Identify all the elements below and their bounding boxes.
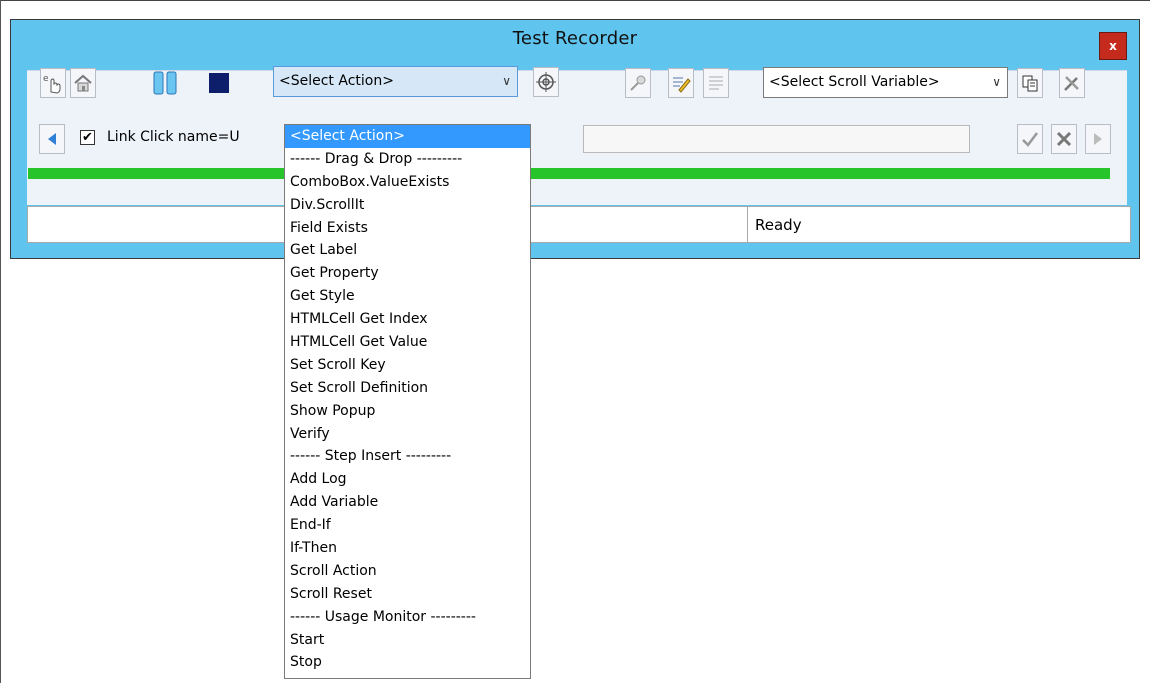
action-select-value: <Select Action> (279, 73, 394, 89)
dropdown-item[interactable]: Add Log (285, 468, 530, 491)
dropdown-item[interactable]: HTMLCell Get Index (285, 308, 530, 331)
home-button[interactable] (70, 68, 96, 98)
window-title: Test Recorder (512, 28, 638, 49)
dropdown-item[interactable]: Div.ScrollIt (285, 194, 530, 217)
forward-arrow-icon (1094, 133, 1102, 145)
dropdown-item[interactable]: End-If (285, 514, 530, 537)
dropdown-item[interactable]: Get Property (285, 262, 530, 285)
copy-button[interactable] (1017, 68, 1043, 98)
copy-icon (1022, 75, 1038, 92)
step-label: Link Click name=U (107, 129, 240, 145)
dropdown-item[interactable]: ComboBox.ValueExists (285, 171, 530, 194)
forward-button[interactable] (1085, 124, 1111, 154)
close-button[interactable]: x (1099, 32, 1127, 60)
delete-button[interactable] (1051, 124, 1077, 154)
dropdown-item[interactable]: Show Popup (285, 400, 530, 423)
scroll-variable-value: <Select Scroll Variable> (769, 74, 940, 90)
dropdown-item[interactable]: Start (285, 629, 530, 652)
list-button[interactable] (703, 68, 729, 98)
scroll-variable-select[interactable]: <Select Scroll Variable> ∨ (763, 67, 1008, 98)
checkmark-icon (1022, 132, 1038, 147)
tools-icon (1064, 76, 1079, 91)
screen-left-edge (0, 0, 1, 683)
dropdown-item[interactable]: ------ Usage Monitor --------- (285, 606, 530, 629)
action-select[interactable]: <Select Action> ∨ (273, 66, 518, 97)
key-button[interactable] (625, 68, 651, 98)
dropdown-item[interactable]: Get Label (285, 239, 530, 262)
dropdown-item[interactable]: If-Then (285, 537, 530, 560)
dropdown-item-selected[interactable]: <Select Action> (285, 125, 530, 148)
dropdown-item[interactable]: Field Exists (285, 217, 530, 240)
tools-button[interactable] (1059, 68, 1085, 98)
dropdown-item[interactable]: Get Style (285, 285, 530, 308)
dropdown-item[interactable]: Scroll Reset (285, 583, 530, 606)
action-dropdown-list: <Select Action> ------ Drag & Drop ------… (284, 124, 531, 679)
dropdown-item[interactable]: HTMLCell Get Value (285, 331, 530, 354)
target-button[interactable] (533, 67, 559, 97)
hand-pointer-icon: e (43, 74, 61, 94)
stop-button[interactable] (206, 68, 232, 98)
dropdown-item[interactable]: Verify (285, 423, 530, 446)
chevron-down-icon: ∨ (502, 74, 511, 88)
accept-button[interactable] (1017, 124, 1043, 154)
home-icon (74, 74, 92, 92)
dropdown-item[interactable]: Set Scroll Key (285, 354, 530, 377)
dropdown-item[interactable]: Add Variable (285, 491, 530, 514)
dropdown-item[interactable]: ------ Drag & Drop --------- (285, 148, 530, 171)
status-divider (747, 207, 748, 242)
crosshair-icon (536, 72, 556, 92)
edit-note-icon (673, 77, 691, 93)
chevron-down-icon: ∨ (992, 75, 1001, 89)
back-arrow-icon (48, 133, 56, 145)
delete-x-icon (1056, 131, 1072, 147)
pause-icon (153, 71, 177, 95)
dropdown-item[interactable]: Set Scroll Definition (285, 377, 530, 400)
record-hand-button[interactable]: e (40, 68, 66, 98)
step-checkbox[interactable]: ✔ (80, 130, 95, 145)
dropdown-item[interactable]: ------ Step Insert --------- (285, 445, 530, 468)
pause-button[interactable] (152, 68, 178, 98)
key-icon (630, 75, 646, 91)
dropdown-item[interactable]: Stop (285, 651, 530, 674)
list-icon (709, 76, 723, 90)
dropdown-item[interactable]: Scroll Action (285, 560, 530, 583)
value-input[interactable] (583, 125, 970, 153)
svg-text:e: e (43, 74, 49, 84)
edit-button[interactable] (668, 68, 694, 98)
status-bar: Ready (27, 206, 1131, 243)
stop-icon (209, 73, 229, 93)
status-text: Ready (755, 216, 802, 234)
progress-bar (28, 168, 1110, 179)
screen-top-edge (0, 0, 1150, 1)
back-button[interactable] (39, 124, 65, 154)
